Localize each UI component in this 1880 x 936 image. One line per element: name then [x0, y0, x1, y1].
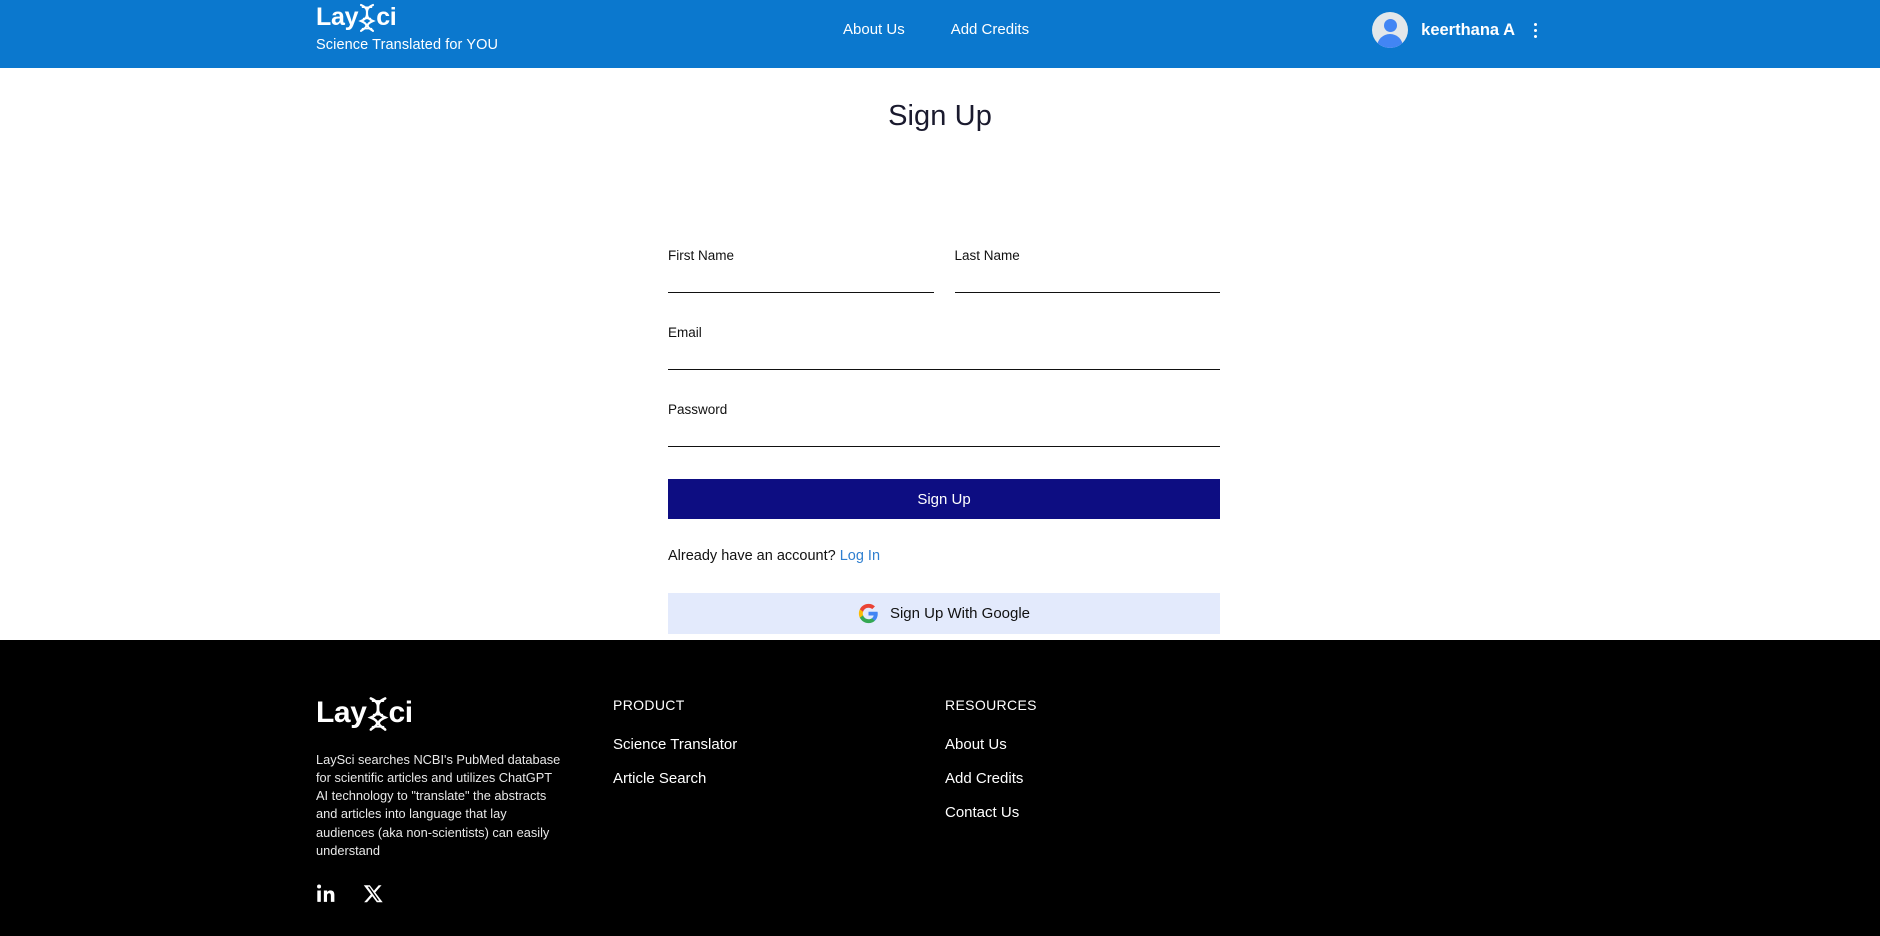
nav-about-us[interactable]: About Us [843, 21, 905, 38]
site-header: Lay ci Science Translated for YOU About … [0, 0, 1880, 68]
linkedin-icon[interactable] [316, 883, 337, 909]
password-underline [668, 446, 1220, 447]
footer-column-resources: RESOURCES About Us Add Credits Contact U… [945, 697, 1037, 838]
laysci-logo[interactable]: Lay ci [316, 2, 498, 33]
x-twitter-icon[interactable] [363, 883, 384, 909]
footer-column-product: PRODUCT Science Translator Article Searc… [613, 697, 737, 804]
footer-logo-text-lay: Lay [316, 696, 367, 729]
footer-heading-product: PRODUCT [613, 697, 685, 713]
email-label: Email [668, 325, 702, 340]
google-signup-label: Sign Up With Google [889, 605, 1031, 622]
social-links [316, 883, 566, 909]
brand-logo-block[interactable]: Lay ci Science Translated for YOU [316, 2, 499, 53]
dna-helix-icon [357, 3, 377, 33]
signup-form: First Name Last Name Email Password Sign… [668, 248, 1220, 634]
page-title: Sign Up [888, 100, 992, 132]
signup-submit-button[interactable]: Sign Up [668, 479, 1220, 519]
footer-link-science-translator[interactable]: Science Translator [613, 736, 737, 753]
footer-description: LaySci searches NCBI's PubMed database f… [316, 752, 561, 858]
google-g-icon [858, 603, 879, 624]
nav-add-credits[interactable]: Add Credits [951, 21, 1029, 38]
user-account-area[interactable]: keerthana A [1372, 12, 1543, 48]
first-name-underline [668, 292, 934, 293]
footer-link-article-search[interactable]: Article Search [613, 770, 737, 787]
password-field: Password [668, 402, 1220, 447]
password-label: Password [668, 402, 728, 417]
footer-laysci-logo[interactable]: Lay ci [316, 696, 566, 732]
login-prompt-text: Already have an account? [668, 548, 836, 564]
header-nav: About Us Add Credits [843, 21, 1029, 38]
footer-brand-block: Lay ci LaySci searches NCBI's PubMed dat… [316, 697, 566, 909]
main-content: Sign Up First Name Last Name Email Passw… [0, 68, 1880, 640]
name-row: First Name Last Name [668, 248, 1220, 325]
footer-heading-resources: RESOURCES [945, 697, 1037, 713]
first-name-label: First Name [668, 248, 735, 263]
footer-link-about-us[interactable]: About Us [945, 736, 1037, 753]
brand-tagline: Science Translated for YOU [316, 37, 499, 53]
last-name-label: Last Name [954, 248, 1020, 263]
dna-helix-icon [366, 696, 390, 732]
logo-text-lay: Lay [316, 2, 359, 31]
logo-text-ci: ci [376, 2, 397, 31]
user-name-label: keerthana A [1421, 20, 1515, 39]
site-footer: Lay ci LaySci searches NCBI's PubMed dat… [0, 640, 1880, 936]
email-field: Email [668, 325, 1220, 370]
login-prompt: Already have an account? Log In [668, 548, 1220, 564]
login-link[interactable]: Log In [840, 548, 880, 564]
footer-link-add-credits[interactable]: Add Credits [945, 770, 1037, 787]
last-name-underline [954, 292, 1220, 293]
kebab-menu-icon[interactable] [1528, 21, 1543, 40]
google-signup-button[interactable]: Sign Up With Google [668, 593, 1220, 634]
footer-logo-text-ci: ci [388, 696, 414, 729]
footer-link-contact-us[interactable]: Contact Us [945, 804, 1037, 821]
first-name-field: First Name [668, 248, 934, 293]
last-name-field: Last Name [954, 248, 1220, 293]
email-underline [668, 369, 1220, 370]
user-avatar-icon[interactable] [1372, 12, 1409, 48]
